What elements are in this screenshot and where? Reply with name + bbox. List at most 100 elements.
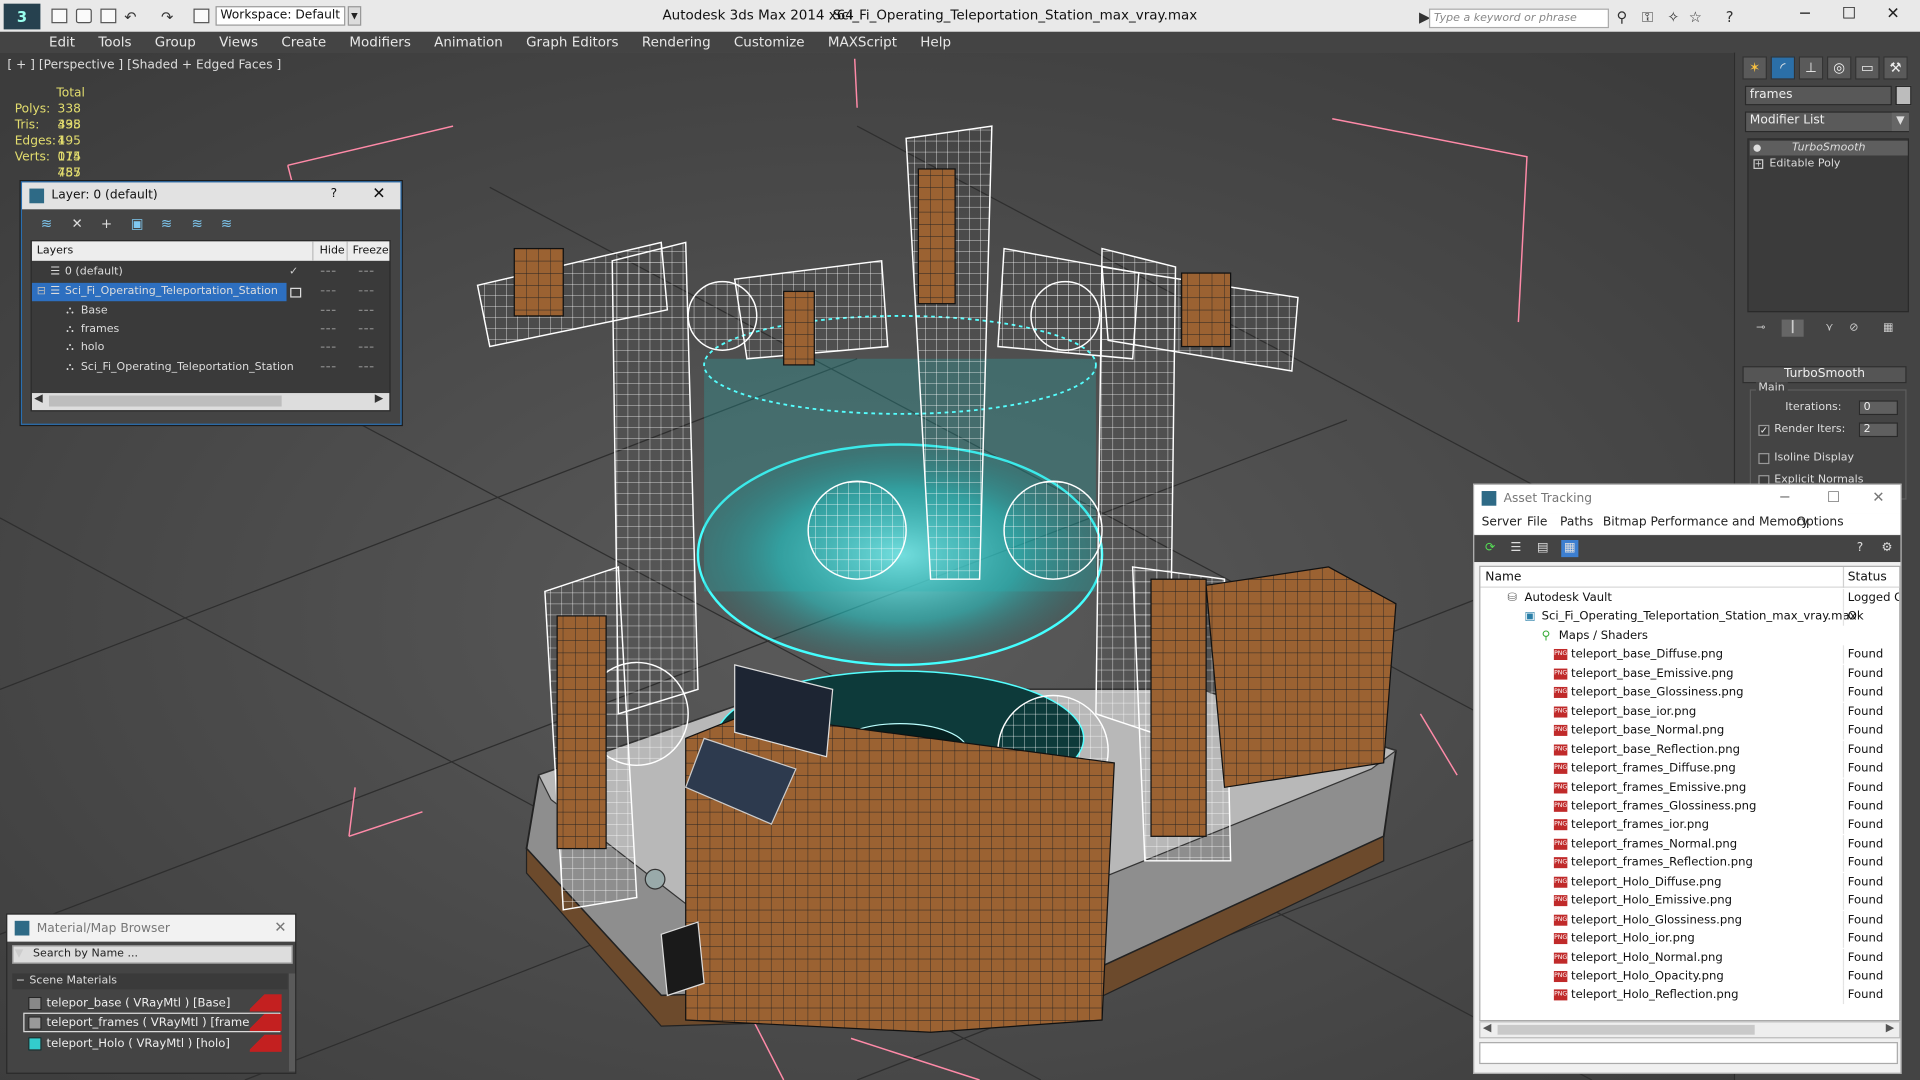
vertical-scrollbar[interactable] bbox=[288, 973, 296, 1072]
menu-create[interactable]: Create bbox=[281, 32, 326, 53]
asset-menu-bitmap-performance[interactable]: Bitmap Performance and Memory bbox=[1603, 516, 1809, 529]
expand-plus-icon[interactable]: + bbox=[1753, 159, 1764, 169]
configure-sets-icon[interactable]: ▦ bbox=[1877, 320, 1899, 337]
subscription-icon[interactable]: ⚿ bbox=[1640, 10, 1656, 25]
refresh-icon[interactable]: ⟳ bbox=[1482, 540, 1499, 557]
scroll-left-icon[interactable]: ◀ bbox=[34, 393, 42, 405]
asset-menu-server[interactable]: Server bbox=[1482, 516, 1522, 529]
motion-tab-icon[interactable]: ◎ bbox=[1826, 56, 1852, 80]
minimize-icon[interactable]: ─ bbox=[1785, 4, 1824, 26]
menu-maxscript[interactable]: MAXScript bbox=[828, 32, 897, 53]
redo-icon[interactable]: ↷ bbox=[159, 10, 175, 25]
asset-row[interactable]: PNG teleport_Holo_Opacity.png Found bbox=[1480, 967, 1899, 986]
scroll-thumb[interactable] bbox=[1497, 1024, 1755, 1035]
table-view-icon[interactable]: ▦ bbox=[1561, 540, 1579, 558]
menu-animation[interactable]: Animation bbox=[434, 32, 503, 53]
asset-row[interactable]: PNG teleport_base_Normal.png Found bbox=[1480, 721, 1899, 740]
close-icon[interactable]: ✕ bbox=[372, 185, 385, 203]
settings-icon[interactable]: ⚙ bbox=[1878, 540, 1895, 557]
asset-row[interactable]: PNG teleport_frames_Diffuse.png Found bbox=[1480, 759, 1899, 778]
new-file-icon[interactable] bbox=[51, 8, 68, 24]
menu-views[interactable]: Views bbox=[219, 32, 258, 53]
lightbulb-icon[interactable] bbox=[1753, 144, 1761, 152]
open-file-icon[interactable] bbox=[75, 8, 92, 24]
modify-tab-icon[interactable]: ◜ bbox=[1770, 56, 1796, 80]
asset-row[interactable]: ▣ Sci_Fi_Operating_Teleportation_Station_… bbox=[1480, 607, 1899, 627]
collapse-icon[interactable]: ⊟ bbox=[37, 283, 46, 301]
asset-row[interactable]: PNG teleport_Holo_Glossiness.png Found bbox=[1480, 910, 1899, 930]
layer-row[interactable]: ☰ 0 (default) ✓ bbox=[32, 263, 390, 281]
stack-item-turbosmooth[interactable]: TurboSmooth bbox=[1749, 140, 1908, 156]
asset-row[interactable]: PNG teleport_base_Reflection.png Found bbox=[1480, 740, 1899, 759]
turbosmooth-rollout-header[interactable]: TurboSmooth bbox=[1742, 366, 1907, 384]
asset-row[interactable]: PNG teleport_frames_Reflection.png Found bbox=[1480, 853, 1899, 873]
help-icon[interactable]: ? bbox=[331, 187, 338, 200]
material-item[interactable]: telepor_base ( VRayMtl ) [Base] bbox=[23, 993, 282, 1013]
asset-menu-file[interactable]: File bbox=[1527, 516, 1547, 529]
menu-customize[interactable]: Customize bbox=[734, 32, 805, 53]
column-freeze[interactable]: Freeze bbox=[346, 241, 390, 261]
asset-row[interactable]: PNG teleport_frames_Normal.png Found bbox=[1480, 834, 1899, 854]
remove-modifier-icon[interactable]: ⊘ bbox=[1843, 320, 1865, 337]
save-file-icon[interactable] bbox=[100, 8, 117, 24]
asset-row[interactable]: PNG teleport_Holo_Reflection.png Found bbox=[1480, 986, 1899, 1005]
asset-row[interactable]: PNG teleport_frames_Glossiness.png Found bbox=[1480, 797, 1899, 816]
object-row[interactable]: ⛬ holo bbox=[32, 339, 390, 357]
menu-group[interactable]: Group bbox=[155, 32, 196, 53]
highlight-layer-icon[interactable]: ≋ bbox=[157, 216, 177, 233]
column-layers[interactable]: Layers bbox=[37, 245, 73, 257]
pin-stack-icon[interactable]: ⊸ bbox=[1750, 320, 1772, 337]
maximize-icon[interactable]: ☐ bbox=[1829, 4, 1868, 26]
object-name-field[interactable]: frames bbox=[1744, 85, 1892, 106]
create-layer-icon[interactable]: ≋ bbox=[37, 216, 57, 233]
close-icon[interactable]: ✕ bbox=[274, 918, 286, 935]
project-folder-icon[interactable] bbox=[193, 8, 210, 24]
iterations-spinner[interactable]: 0 bbox=[1858, 400, 1898, 416]
asset-row[interactable]: ⛁ Autodesk Vault Logged Ou bbox=[1480, 588, 1899, 608]
hierarchy-tab-icon[interactable]: ⊥ bbox=[1798, 56, 1824, 80]
render-iters-spinner[interactable]: 2 bbox=[1858, 422, 1898, 438]
stack-item-editable-poly[interactable]: + Editable Poly bbox=[1750, 157, 1908, 172]
chevron-down-icon[interactable]: ▼ bbox=[347, 6, 362, 26]
material-browser-titlebar[interactable]: Material/Map Browser ✕ bbox=[7, 914, 296, 942]
menu-help[interactable]: Help bbox=[920, 32, 951, 53]
asset-row[interactable]: PNG teleport_Holo_Normal.png Found bbox=[1480, 948, 1899, 967]
asset-row[interactable]: PNG teleport_frames_ior.png Found bbox=[1480, 815, 1899, 835]
utilities-tab-icon[interactable]: ⚒ bbox=[1883, 56, 1908, 80]
chevron-down-icon[interactable]: ▼ bbox=[1891, 112, 1909, 132]
scroll-right-icon[interactable]: ▶ bbox=[1886, 1022, 1894, 1034]
app-menu-button[interactable]: 3 bbox=[3, 3, 41, 30]
menu-tools[interactable]: Tools bbox=[98, 32, 131, 53]
hide-all-icon[interactable]: ≋ bbox=[187, 216, 207, 233]
thumbnail-view-icon[interactable]: ▤ bbox=[1534, 540, 1551, 557]
material-item-selected[interactable]: teleport_frames ( VRayMtl ) [frames] bbox=[23, 1012, 282, 1033]
minimize-icon[interactable]: ─ bbox=[1780, 489, 1789, 506]
asset-row[interactable]: PNG teleport_Holo_Emissive.png Found bbox=[1480, 891, 1899, 911]
scroll-left-icon[interactable]: ◀ bbox=[1483, 1022, 1491, 1034]
render-iters-checkbox[interactable]: ✓ bbox=[1758, 424, 1770, 436]
material-item[interactable]: teleport_Holo ( VRayMtl ) [holo] bbox=[23, 1033, 282, 1053]
delete-layer-icon[interactable]: ✕ bbox=[67, 216, 87, 233]
scroll-thumb[interactable] bbox=[48, 395, 282, 407]
asset-row[interactable]: PNG teleport_frames_Emissive.png Found bbox=[1480, 778, 1899, 797]
asset-path-field[interactable] bbox=[1479, 1042, 1898, 1065]
horizontal-scrollbar[interactable]: ◀ ▶ bbox=[31, 393, 390, 411]
asset-row[interactable]: PNG teleport_Holo_ior.png Found bbox=[1480, 929, 1899, 949]
maximize-icon[interactable]: ☐ bbox=[1827, 489, 1840, 506]
show-end-result-icon[interactable]: ┃ bbox=[1781, 319, 1804, 337]
asset-row[interactable]: PNG teleport_Holo_Diffuse.png Found bbox=[1480, 872, 1899, 892]
column-name[interactable]: Name bbox=[1485, 571, 1521, 584]
viewport-label[interactable]: [ + ] [Perspective ] [Shaded + Edged Fac… bbox=[7, 59, 281, 72]
layer-row-selected[interactable]: ⊟ ☰ Sci_Fi_Operating_Teleportation_Stati… bbox=[31, 282, 287, 302]
menu-graph-editors[interactable]: Graph Editors bbox=[526, 32, 618, 53]
collapse-minus-icon[interactable]: − bbox=[16, 973, 25, 989]
isoline-checkbox[interactable] bbox=[1758, 453, 1770, 465]
list-view-icon[interactable]: ☰ bbox=[1507, 540, 1524, 557]
layer-dialog-titlebar[interactable]: Layer: 0 (default) ? ✕ bbox=[22, 182, 401, 210]
communication-icon[interactable]: ✧ bbox=[1665, 10, 1681, 25]
scroll-right-icon[interactable]: ▶ bbox=[375, 393, 383, 405]
asset-row[interactable]: ⚲ Maps / Shaders bbox=[1480, 627, 1899, 646]
material-search-input[interactable]: Search by Name ... bbox=[12, 945, 293, 964]
menu-rendering[interactable]: Rendering bbox=[642, 32, 711, 53]
browser-options-icon[interactable]: ▼ bbox=[15, 948, 23, 960]
